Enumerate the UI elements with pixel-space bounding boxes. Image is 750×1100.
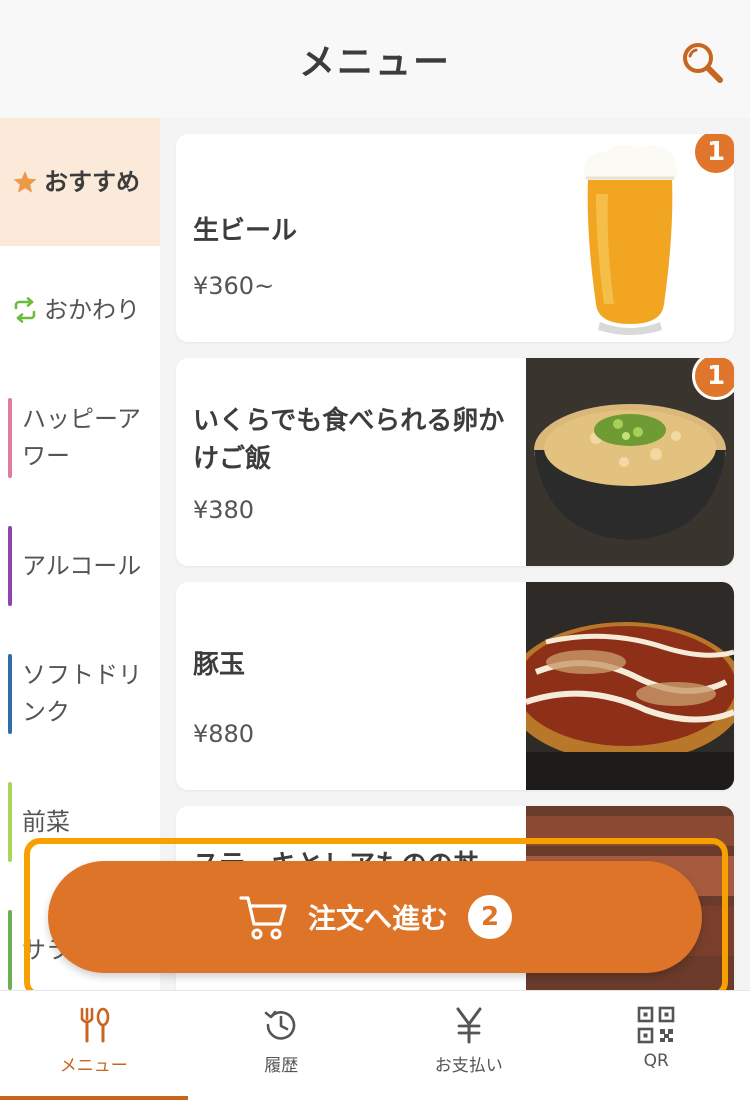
nav-item-payment[interactable]: お支払い bbox=[375, 991, 563, 1100]
sidebar-item-label: おかわり bbox=[44, 295, 140, 324]
nav-label: 履歴 bbox=[264, 1056, 299, 1076]
nav-item-qr[interactable]: QR bbox=[563, 991, 750, 1100]
qr-icon bbox=[637, 1006, 675, 1044]
sidebar-item-happy-hour[interactable]: ハッピーアワー bbox=[0, 374, 160, 502]
sidebar-item-alcohol[interactable]: アルコール bbox=[0, 502, 160, 630]
menu-item-price: ¥380 bbox=[193, 496, 255, 524]
sidebar-item-label: おすすめ bbox=[44, 167, 140, 196]
menu-item-card[interactable]: 生ビール ¥360~ 1 bbox=[176, 134, 734, 342]
sidebar-item-recommended[interactable]: おすすめ bbox=[0, 118, 160, 246]
sidebar-item-label: アルコール bbox=[22, 551, 142, 580]
category-accent-bar bbox=[8, 782, 12, 862]
nav-label: QR bbox=[643, 1051, 669, 1071]
menu-item-card[interactable]: いくらでも食べられる卵かけご飯 ¥380 1 bbox=[176, 358, 734, 566]
sidebar-item-label: ハッピーアワー bbox=[22, 405, 142, 470]
header: メニュー bbox=[0, 0, 750, 118]
cart-count-badge: 2 bbox=[468, 895, 512, 939]
category-accent-bar bbox=[8, 526, 12, 606]
menu-item-price: ¥360~ bbox=[193, 272, 275, 300]
nav-label: メニュー bbox=[59, 1056, 128, 1076]
search-icon bbox=[683, 43, 723, 83]
search-button[interactable] bbox=[680, 40, 724, 84]
yen-icon bbox=[456, 1007, 482, 1044]
order-button-label: 注文へ進む bbox=[307, 902, 448, 935]
sidebar-item-label: ソフトドリンク bbox=[22, 661, 142, 726]
star-icon bbox=[13, 171, 37, 193]
menu-item-card[interactable]: 豚玉 ¥880 bbox=[176, 582, 734, 790]
cart-icon bbox=[239, 896, 287, 940]
sidebar-item-refill[interactable]: おかわり bbox=[0, 246, 160, 374]
menu-item-name: いくらでも食べられる卵かけご飯 bbox=[193, 406, 505, 474]
sidebar-item-label: 前菜 bbox=[22, 807, 70, 836]
category-accent-bar bbox=[8, 910, 12, 990]
refresh-icon bbox=[14, 297, 36, 323]
fork-spoon-icon bbox=[80, 1007, 110, 1043]
menu-item-image bbox=[526, 582, 734, 790]
nav-item-history[interactable]: 履歴 bbox=[188, 991, 376, 1100]
sidebar-item-soft-drink[interactable]: ソフトドリンク bbox=[0, 630, 160, 758]
menu-item-name: 生ビール bbox=[193, 216, 298, 246]
category-accent-bar bbox=[8, 654, 12, 734]
nav-item-menu[interactable]: メニュー bbox=[0, 991, 188, 1100]
history-icon bbox=[264, 1010, 296, 1040]
page-title: メニュー bbox=[298, 42, 451, 83]
nav-label: お支払い bbox=[434, 1056, 503, 1076]
menu-item-price: ¥880 bbox=[193, 720, 255, 748]
menu-item-name: 豚玉 bbox=[193, 650, 246, 680]
bottom-nav: メニュー 履歴 お支払い QR bbox=[0, 990, 750, 1100]
category-accent-bar bbox=[8, 398, 12, 478]
proceed-to-order-button[interactable]: 注文へ進む 2 bbox=[48, 861, 702, 973]
